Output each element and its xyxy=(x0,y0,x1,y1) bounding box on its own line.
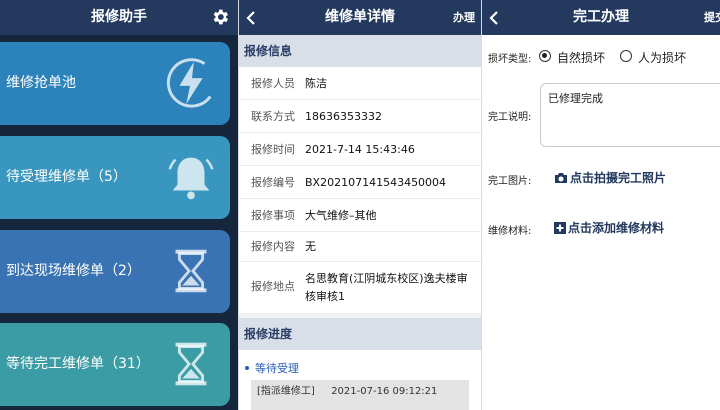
field-value: 无 xyxy=(305,240,316,253)
completion-header: 完工办理 提交 xyxy=(482,0,720,35)
completion-photo-label: 完工图片: xyxy=(488,176,532,187)
waiting-completion-card[interactable]: 等待完工维修单（31） xyxy=(0,323,230,406)
damage-type-label: 损坏类型: xyxy=(488,54,532,65)
progress-section-header: 报修进度 xyxy=(239,318,481,350)
completion-desc-label: 完工说明: xyxy=(488,112,532,123)
card-label: 等待完工维修单（31） xyxy=(6,356,150,372)
progress-log-action: [指派维修工] xyxy=(257,386,315,397)
detail-header: 维修单详情 办理 xyxy=(239,0,481,35)
human-damage-text[interactable]: 人为损坏 xyxy=(638,49,686,66)
pending-accept-card[interactable]: 待受理维修单（5） xyxy=(0,136,230,219)
field-key: 报修地点 xyxy=(251,280,295,293)
field-row: 报修时间 2021-7-14 15:43:46 xyxy=(239,133,481,166)
material-label: 维修材料: xyxy=(488,226,532,237)
field-value: 2021-7-14 15:43:46 xyxy=(305,143,415,156)
field-value: 陈洁 xyxy=(305,77,327,90)
info-section-header: 报修信息 xyxy=(239,35,481,67)
field-value: 名思教育(江阴城东校区)逸夫楼审核审核1 xyxy=(305,272,468,303)
plus-icon xyxy=(554,221,566,234)
detail-title: 维修单详情 xyxy=(325,9,395,25)
progress-list: 等待受理 [指派维修工] 2021-07-16 09:12:21 xyxy=(239,350,481,410)
field-key: 联系方式 xyxy=(251,110,295,123)
completion-desc-textarea[interactable]: 已修理完成 xyxy=(540,83,720,147)
bell-icon xyxy=(168,157,214,200)
field-row: 报修地点 名思教育(江阴城东校区)逸夫楼审核审核1 xyxy=(239,262,481,314)
gear-icon[interactable] xyxy=(210,7,230,27)
progress-log-time: 2021-07-16 09:12:21 xyxy=(331,386,438,397)
add-material-button[interactable]: 点击添加维修材料 xyxy=(554,219,664,236)
assistant-header: 报修助手 xyxy=(0,0,238,35)
card-label: 维修抢单池 xyxy=(6,75,76,91)
field-row: 联系方式 18636353332 xyxy=(239,100,481,133)
handle-button[interactable]: 办理 xyxy=(453,0,475,35)
take-photo-button[interactable]: 点击拍摄完工照片 xyxy=(554,169,666,186)
repair-assistant-panel: 报修助手 维修抢单池 待受理维修单（5） 到达现场维修单（2） 等待完工维修单（… xyxy=(0,0,238,410)
card-label: 待受理维修单（5） xyxy=(6,169,127,185)
lightning-icon xyxy=(166,58,212,108)
field-row: 报修人员 陈洁 xyxy=(239,67,481,100)
completion-panel: 完工办理 提交 损坏类型: 自然损坏 人为损坏 完工说明: 已修理完成 完工图片… xyxy=(481,0,720,410)
field-row: 报修事项 大气维修–其他 xyxy=(239,199,481,232)
camera-icon xyxy=(555,172,567,183)
field-value: BX202107141543450004 xyxy=(305,176,447,189)
submit-button[interactable]: 提交 xyxy=(704,0,720,35)
natural-damage-text[interactable]: 自然损坏 xyxy=(557,49,605,66)
hourglass-icon xyxy=(175,342,207,386)
field-value: 大气维修–其他 xyxy=(305,209,377,222)
progress-dot xyxy=(245,366,249,370)
field-row: 报修内容 无 xyxy=(239,232,481,262)
take-photo-text: 点击拍摄完工照片 xyxy=(570,171,667,185)
field-key: 报修事项 xyxy=(251,209,295,222)
grab-order-pool-card[interactable]: 维修抢单池 xyxy=(0,42,230,125)
arrived-onsite-card[interactable]: 到达现场维修单（2） xyxy=(0,230,230,313)
field-key: 报修编号 xyxy=(251,176,295,189)
progress-status: 等待受理 xyxy=(255,362,299,375)
field-key: 报修内容 xyxy=(251,240,295,253)
progress-log: [指派维修工] 2021-07-16 09:12:21 xyxy=(251,380,469,410)
radio-human-damage[interactable] xyxy=(620,50,632,62)
add-material-text: 点击添加维修材料 xyxy=(568,221,665,235)
card-label: 到达现场维修单（2） xyxy=(6,263,141,279)
field-key: 报修人员 xyxy=(251,77,295,90)
field-row: 报修编号 BX202107141543450004 xyxy=(239,166,481,199)
radio-natural-damage[interactable] xyxy=(539,50,551,62)
order-detail-panel: 维修单详情 办理 报修信息 报修人员 陈洁 联系方式 18636353332 报… xyxy=(238,0,481,410)
completion-title: 完工办理 xyxy=(573,9,629,25)
field-key: 报修时间 xyxy=(251,143,295,156)
assistant-title: 报修助手 xyxy=(91,9,147,25)
hourglass-icon xyxy=(175,249,207,293)
field-value[interactable]: 18636353332 xyxy=(305,100,477,133)
